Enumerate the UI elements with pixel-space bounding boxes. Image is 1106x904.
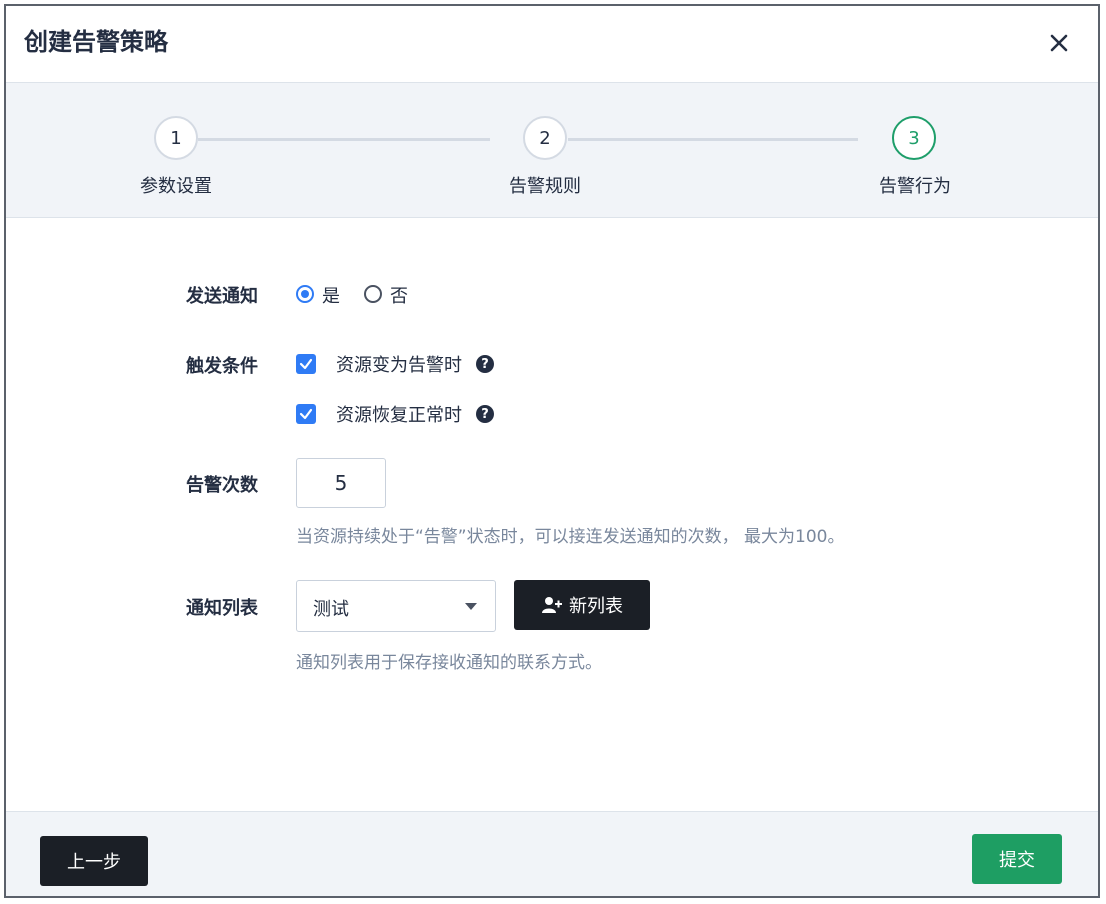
create-alert-policy-dialog: 创建告警策略 1 2 3 参数设置 告警规则 告警行为 发送通知 是 否 触发条… bbox=[4, 4, 1100, 898]
step-1-number: 1 bbox=[170, 127, 182, 149]
radio-no[interactable] bbox=[364, 285, 382, 303]
alert-count-hint: 当资源持续处于“告警”状态时，可以接连发送通知的次数， 最大为100。 bbox=[296, 527, 845, 547]
checkbox-resource-alert[interactable] bbox=[296, 354, 316, 374]
dialog-header: 创建告警策略 bbox=[6, 6, 1098, 83]
step-2-circle: 2 bbox=[523, 116, 567, 160]
new-list-label: 新列表 bbox=[569, 596, 623, 617]
new-list-button[interactable]: 新列表 bbox=[514, 580, 650, 630]
add-user-icon bbox=[542, 597, 562, 613]
checkbox-resource-recover[interactable] bbox=[296, 404, 316, 424]
help-icon[interactable]: ? bbox=[476, 405, 494, 423]
step-2-number: 2 bbox=[539, 127, 551, 149]
radio-yes-label: 是 bbox=[322, 286, 340, 307]
checkbox-resource-recover-label: 资源恢复正常时 bbox=[336, 405, 462, 426]
step-1-circle: 1 bbox=[154, 116, 198, 160]
submit-label: 提交 bbox=[999, 850, 1035, 871]
notify-list-label: 通知列表 bbox=[186, 598, 258, 619]
notify-list-selected: 测试 bbox=[313, 599, 349, 620]
alert-count-input[interactable] bbox=[296, 458, 386, 508]
help-icon[interactable]: ? bbox=[476, 355, 494, 373]
step-1-label: 参数设置 bbox=[140, 176, 212, 197]
close-icon[interactable] bbox=[1044, 28, 1074, 58]
checkbox-resource-alert-label: 资源变为告警时 bbox=[336, 355, 462, 376]
step-connector-2 bbox=[568, 138, 858, 141]
step-3-label: 告警行为 bbox=[879, 176, 951, 197]
submit-button[interactable]: 提交 bbox=[972, 834, 1062, 884]
notify-list-select[interactable]: 测试 bbox=[296, 580, 496, 632]
check-icon bbox=[299, 408, 313, 420]
send-notification-label: 发送通知 bbox=[186, 286, 258, 307]
radio-yes[interactable] bbox=[296, 285, 314, 303]
previous-step-label: 上一步 bbox=[67, 852, 121, 873]
trigger-condition-label: 触发条件 bbox=[186, 356, 258, 377]
caret-down-icon bbox=[465, 603, 477, 610]
step-connector-1 bbox=[198, 138, 490, 141]
check-icon bbox=[299, 358, 313, 370]
dialog-footer: 上一步 提交 bbox=[6, 811, 1098, 896]
radio-no-label: 否 bbox=[390, 286, 408, 307]
step-3-number: 3 bbox=[908, 127, 920, 149]
notify-list-hint: 通知列表用于保存接收通知的联系方式。 bbox=[296, 653, 602, 673]
previous-step-button[interactable]: 上一步 bbox=[40, 836, 148, 886]
alert-count-label: 告警次数 bbox=[186, 475, 258, 496]
step-2-label: 告警规则 bbox=[509, 176, 581, 197]
dialog-title: 创建告警策略 bbox=[24, 28, 168, 56]
step-3-circle: 3 bbox=[892, 116, 936, 160]
